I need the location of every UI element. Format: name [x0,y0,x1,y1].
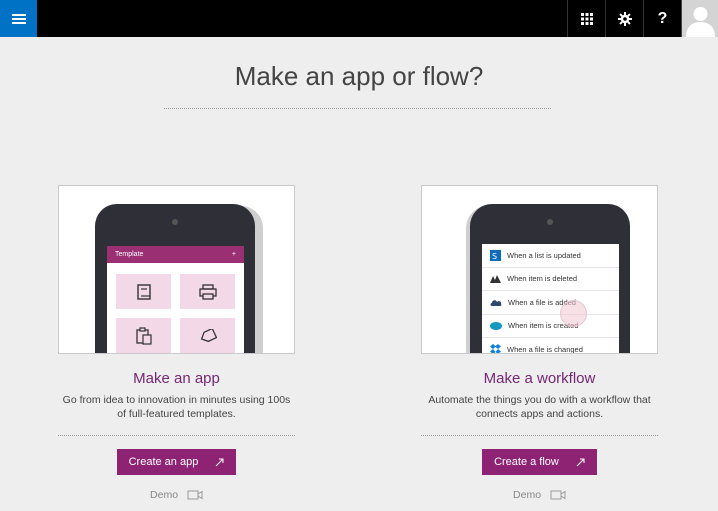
avatar[interactable] [681,0,718,37]
flow-trigger-label: When a list is updated [507,250,581,260]
make-workflow-card: S When a list is updated When item is de… [421,185,658,501]
flow-demo-label: Demo [513,489,542,501]
flow-trigger-row: When a file is changed [482,338,619,354]
help-icon: ? [657,9,668,27]
create-app-label: Create an app [128,456,199,468]
book-tile [116,274,171,309]
svg-text:S: S [492,252,497,261]
mountain-icon [490,275,501,284]
sharepoint-icon: S [490,249,501,261]
make-workflow-title: Make a workflow [483,370,596,387]
tap-indicator [560,300,587,327]
video-camera-icon [550,490,566,500]
make-app-card: Template + Make an app Go from idea to i… [58,185,295,501]
app-launcher-icon [580,12,593,25]
clipboard-tile [116,318,171,353]
phone-speaker [172,219,178,225]
template-bar: Template + [107,246,244,263]
flow-trigger-row: When item is created [482,315,619,338]
printer-icon [198,283,217,300]
arrow-up-right-icon [576,458,585,466]
flow-trigger-row: S When a list is updated [482,244,619,268]
video-camera-icon [187,490,203,500]
cloud-icon [490,299,502,306]
app-demo-link[interactable]: Demo [58,489,295,501]
plus-icon: + [231,251,236,258]
phone-mockup: Template + [95,204,255,353]
create-app-button[interactable]: Create an app [116,449,237,475]
phone-screen: Template + [107,246,244,353]
make-app-title: Make an app [133,370,220,387]
make-workflow-description: Automate the things you do with a workfl… [428,394,651,420]
card-divider [421,435,658,436]
book-icon [136,283,151,300]
dropbox-icon [490,343,501,353]
top-bar: ? [0,0,718,37]
flow-demo-link[interactable]: Demo [421,489,658,501]
app-launcher-button[interactable] [567,0,605,37]
phone-screen: S When a list is updated When item is de… [482,244,619,354]
tag-icon [200,328,217,342]
app-preview-image: Template + [58,185,295,354]
flow-trigger-row: When item is deleted [482,268,619,291]
salesforce-cloud-icon [490,322,502,331]
settings-button[interactable] [605,0,643,37]
create-flow-button[interactable]: Create a flow [482,449,597,475]
title-divider [164,108,551,109]
flow-trigger-row: When a file is added [482,291,619,315]
phone-speaker [547,219,553,225]
arrow-up-right-icon [216,458,224,466]
help-button[interactable]: ? [643,0,681,37]
menu-button[interactable] [0,0,37,37]
make-app-description: Go from idea to innovation in minutes us… [62,394,291,420]
flow-trigger-label: When item is deleted [507,274,578,284]
printer-tile [180,274,235,309]
header-actions: ? [567,0,681,37]
phone-mockup: S When a list is updated When item is de… [470,204,630,354]
clipboard-icon [135,326,152,345]
tag-tile [180,318,235,353]
template-label: Template [115,251,144,258]
hamburger-icon [11,13,26,24]
app-demo-label: Demo [150,489,179,501]
flow-preview-image: S When a list is updated When item is de… [421,185,658,354]
card-divider [58,435,295,436]
user-avatar-icon [682,0,718,37]
page-title: Make an app or flow? [234,61,484,91]
flow-trigger-label: When a file is changed [507,344,583,354]
gear-icon [617,11,632,26]
create-flow-label: Create a flow [494,456,559,468]
